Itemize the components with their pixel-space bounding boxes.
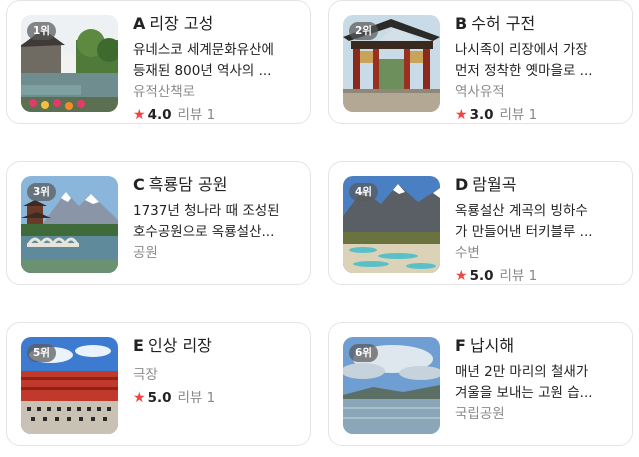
place-name: 리장 고성 — [149, 14, 214, 33]
star-icon: ★ — [455, 268, 468, 284]
place-card-3[interactable]: 3위 C 흑룡담 공원 1737년 청나라 때 조성된 호수공원으로 옥룡설산..… — [6, 161, 311, 285]
description-line: 옥룡설산 계곡의 빙하수 — [455, 203, 588, 219]
rating-score: 5.0 — [147, 390, 172, 406]
place-thumbnail[interactable]: 1위 — [21, 15, 118, 112]
place-thumbnail[interactable]: 4위 — [343, 176, 440, 273]
review-label: 리뷰 — [177, 107, 203, 123]
review-label: 리뷰 — [177, 390, 203, 406]
place-card-5[interactable]: 5위 E 인상 리장 극장 ★ 5.0 리뷰 1 — [6, 322, 311, 446]
place-thumbnail[interactable]: 6위 — [343, 337, 440, 434]
rating-score: 3.0 — [469, 107, 494, 123]
place-letter: B — [455, 14, 468, 33]
review-count: 1 — [528, 107, 538, 123]
place-rating: ★ 5.0 리뷰 1 — [455, 265, 627, 287]
rating-score: 5.0 — [469, 268, 494, 284]
place-letter: F — [455, 336, 466, 355]
rank-badge: 4위 — [349, 183, 378, 201]
place-description: 매년 2만 마리의 철새가 겨울을 보내는 고원 습... — [455, 362, 627, 404]
review-label: 리뷰 — [499, 268, 525, 284]
description-line: 등재된 800년 역사의 ... — [133, 63, 272, 79]
place-letter: E — [133, 336, 144, 355]
place-category: 유적산책로 — [133, 84, 196, 100]
place-card-6[interactable]: 6위 F 납시해 매년 2만 마리의 철새가 겨울을 보내는 고원 습... 국립… — [328, 322, 633, 446]
place-card-2[interactable]: 2위 B 수허 구전 나시족이 리장에서 가장 먼저 정착한 옛마을로 ... 역… — [328, 0, 633, 124]
place-thumbnail[interactable]: 3위 — [21, 176, 118, 273]
review-count: 1 — [206, 107, 216, 123]
star-icon: ★ — [455, 107, 468, 123]
star-icon: ★ — [133, 390, 146, 406]
place-name: 인상 리장 — [147, 336, 212, 355]
description-line: 겨울을 보내는 고원 습... — [455, 385, 593, 401]
description-line: 호수공원으로 옥룡설산... — [133, 224, 275, 240]
place-description: 옥룡설산 계곡의 빙하수 가 만들어낸 터키블루 ... — [455, 201, 627, 243]
place-title[interactable]: E 인상 리장 — [133, 335, 305, 357]
place-rating: ★ 4.0 리뷰 1 — [133, 104, 305, 126]
review-label: 리뷰 — [499, 107, 525, 123]
place-card-4[interactable]: 4위 D 람월곡 옥룡설산 계곡의 빙하수 가 만들어낸 터키블루 ... 수변 … — [328, 161, 633, 285]
review-count: 1 — [528, 268, 538, 284]
place-name: 흑룡담 공원 — [148, 175, 228, 194]
place-title[interactable]: B 수허 구전 — [455, 13, 627, 35]
review-count: 1 — [206, 390, 216, 406]
description-line: 먼저 정착한 옛마을로 ... — [455, 63, 593, 79]
place-letter: A — [133, 14, 146, 33]
description-line: 1737년 청나라 때 조성된 — [133, 203, 280, 219]
place-title[interactable]: A 리장 고성 — [133, 13, 305, 35]
place-title[interactable]: C 흑룡담 공원 — [133, 174, 305, 196]
place-title[interactable]: D 람월곡 — [455, 174, 627, 196]
place-description: 유네스코 세계문화유산에 등재된 800년 역사의 ... — [133, 40, 305, 82]
place-category: 공원 — [133, 245, 158, 261]
place-category: 역사유적 — [455, 84, 505, 100]
place-card-1[interactable]: 1위 A 리장 고성 유네스코 세계문화유산에 등재된 800년 역사의 ... … — [6, 0, 311, 124]
description-line: 가 만들어낸 터키블루 ... — [455, 224, 593, 240]
place-letter: C — [133, 175, 145, 194]
place-description: 나시족이 리장에서 가장 먼저 정착한 옛마을로 ... — [455, 40, 627, 82]
place-letter: D — [455, 175, 469, 194]
description-line: 유네스코 세계문화유산에 — [133, 42, 274, 58]
place-rating: ★ 5.0 리뷰 1 — [133, 387, 305, 409]
rank-badge: 2위 — [349, 22, 378, 40]
rank-badge: 3위 — [27, 183, 56, 201]
description-line: 매년 2만 마리의 철새가 — [455, 364, 589, 380]
place-title[interactable]: F 납시해 — [455, 335, 627, 357]
place-thumbnail[interactable]: 5위 — [21, 337, 118, 434]
description-line: 나시족이 리장에서 가장 — [455, 42, 588, 58]
place-category: 극장 — [133, 367, 158, 383]
rank-badge: 5위 — [27, 344, 56, 362]
place-name: 람월곡 — [472, 175, 517, 194]
place-thumbnail[interactable]: 2위 — [343, 15, 440, 112]
rating-score: 4.0 — [147, 107, 172, 123]
place-rating: ★ 3.0 리뷰 1 — [455, 104, 627, 126]
place-category: 수변 — [455, 245, 480, 261]
rank-badge: 1위 — [27, 22, 56, 40]
place-name: 납시해 — [469, 336, 515, 355]
place-name: 수허 구전 — [471, 14, 536, 33]
star-icon: ★ — [133, 107, 146, 123]
place-category: 국립공원 — [455, 406, 505, 422]
rank-badge: 6위 — [349, 344, 378, 362]
place-description: 1737년 청나라 때 조성된 호수공원으로 옥룡설산... — [133, 201, 305, 243]
